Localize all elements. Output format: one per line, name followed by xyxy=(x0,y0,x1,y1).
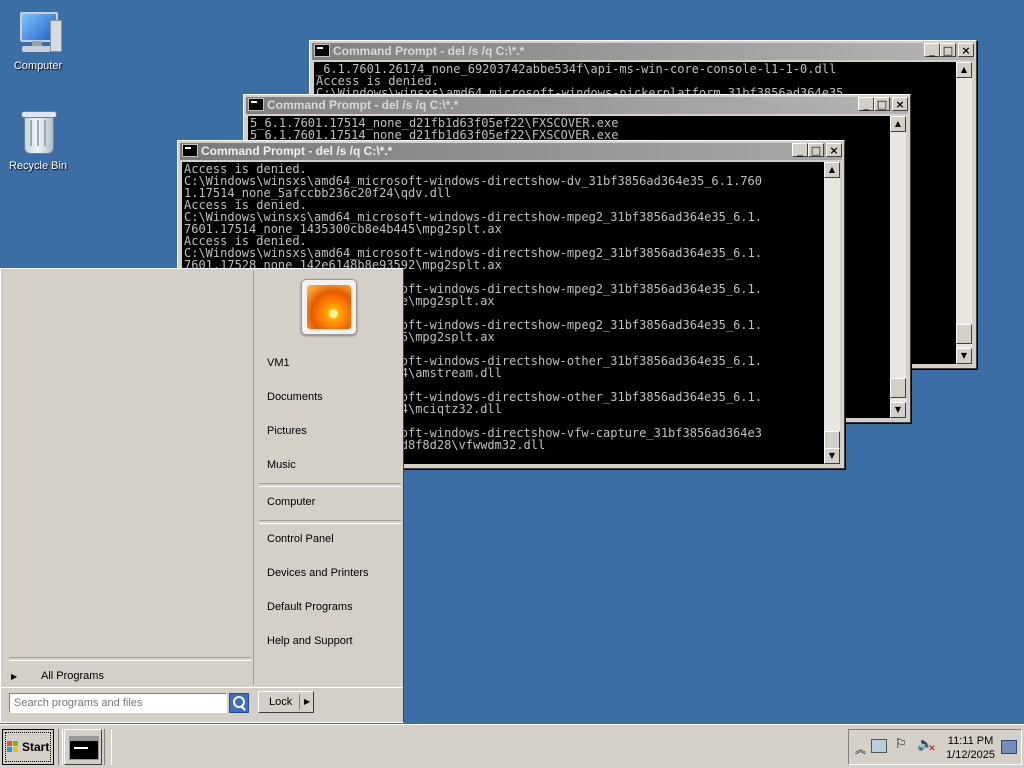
lock-label: Lock xyxy=(269,696,293,708)
clock-date: 1/12/2025 xyxy=(946,749,995,761)
computer-icon xyxy=(14,10,62,56)
scroll-down-arrow-icon[interactable]: ▼ xyxy=(956,348,972,364)
all-programs-button[interactable]: ▶ All Programs xyxy=(11,667,231,685)
maximize-button[interactable]: □ xyxy=(940,43,956,57)
taskbar-divider xyxy=(104,729,112,765)
start-menu: ▶ All Programs VM1 Documents Pictures Mus… xyxy=(0,268,404,723)
cmd-icon xyxy=(69,736,99,760)
triangle-right-icon[interactable]: ▶ xyxy=(304,692,310,712)
close-button[interactable]: × xyxy=(826,143,842,157)
scroll-up-arrow-icon[interactable]: ▲ xyxy=(956,62,972,78)
cmd-icon xyxy=(182,144,198,157)
start-item-default-programs[interactable]: Default Programs xyxy=(267,599,397,615)
divider xyxy=(259,483,401,487)
start-menu-programs-pane: ▶ All Programs xyxy=(3,271,254,685)
scroll-thumb[interactable] xyxy=(956,324,972,344)
divider xyxy=(259,520,401,524)
show-hidden-icons-chevron-icon[interactable]: ︽ xyxy=(855,741,866,757)
vertical-scrollbar[interactable]: ▲ ▼ xyxy=(956,62,972,364)
all-programs-label: All Programs xyxy=(41,670,104,682)
user-picture[interactable] xyxy=(301,279,357,335)
start-item-help-support[interactable]: Help and Support xyxy=(267,633,397,649)
start-label: Start xyxy=(22,740,50,754)
start-item-control-panel[interactable]: Control Panel xyxy=(267,531,397,547)
start-item-music[interactable]: Music xyxy=(267,457,397,473)
start-item-computer[interactable]: Computer xyxy=(267,494,397,510)
window-title: Command Prompt - del /s /q C:\*.* xyxy=(201,144,393,158)
scroll-down-arrow-icon[interactable]: ▼ xyxy=(824,448,840,464)
show-desktop-icon[interactable] xyxy=(1001,740,1017,754)
maximize-button[interactable]: □ xyxy=(874,97,890,111)
search-button[interactable] xyxy=(229,693,249,713)
desktop-icon-recycle-bin[interactable]: Recycle Bin xyxy=(0,110,76,172)
window-title: Command Prompt - del /s /q C:\*.* xyxy=(267,98,459,112)
windows-logo-icon xyxy=(7,741,19,753)
window-titlebar[interactable]: Command Prompt - del /s /q C:\*.* xyxy=(180,143,842,160)
desktop-icon-label: Computer xyxy=(13,60,63,72)
vertical-scrollbar[interactable]: ▲ ▼ xyxy=(890,116,906,418)
volume-muted-icon[interactable]: 🔈✕ xyxy=(917,737,941,754)
minimize-button[interactable]: _ xyxy=(792,143,808,157)
lock-button[interactable]: Lock ▶ xyxy=(258,691,314,713)
window-titlebar[interactable]: Command Prompt - del /s /q C:\*.* xyxy=(246,97,908,114)
minimize-button[interactable]: _ xyxy=(924,43,940,57)
clock-time: 11:11 PM xyxy=(947,735,994,747)
search-input[interactable] xyxy=(9,693,227,713)
system-clock[interactable]: 11:11 PM 1/12/2025 xyxy=(946,734,995,762)
network-icon[interactable] xyxy=(871,739,887,753)
start-item-user[interactable]: VM1 xyxy=(267,355,397,371)
taskbar-divider xyxy=(58,729,63,765)
cmd-icon xyxy=(314,44,330,57)
scroll-down-arrow-icon[interactable]: ▼ xyxy=(890,402,906,418)
start-menu-places-pane: VM1 Documents Pictures Music Computer Co… xyxy=(255,271,403,685)
vertical-scrollbar[interactable]: ▲ ▼ xyxy=(824,162,840,464)
action-center-flag-icon[interactable]: ⚐ xyxy=(895,737,907,752)
scroll-thumb[interactable] xyxy=(890,378,906,398)
close-button[interactable]: × xyxy=(892,97,908,111)
scroll-up-arrow-icon[interactable]: ▲ xyxy=(890,116,906,132)
taskbar: Start ︽ ⚐ 🔈✕ 11:11 PM 1/12/2025 xyxy=(0,724,1024,768)
minimize-button[interactable]: _ xyxy=(858,97,874,111)
start-item-devices-printers[interactable]: Devices and Printers xyxy=(267,565,397,581)
desktop-icon-computer[interactable]: Computer xyxy=(0,10,76,72)
desktop-icon-label: Recycle Bin xyxy=(8,160,68,172)
window-title: Command Prompt - del /s /q C:\*.* xyxy=(333,44,525,58)
triangle-right-icon: ▶ xyxy=(11,672,18,681)
maximize-button[interactable]: □ xyxy=(808,143,824,157)
flower-icon xyxy=(307,285,351,329)
start-item-pictures[interactable]: Pictures xyxy=(267,423,397,439)
divider xyxy=(9,657,251,661)
cmd-icon xyxy=(248,98,264,111)
start-menu-bottom-bar: Lock ▶ xyxy=(1,687,403,723)
recycle-bin-icon xyxy=(14,110,62,156)
start-button[interactable]: Start xyxy=(2,729,54,765)
scroll-up-arrow-icon[interactable]: ▲ xyxy=(824,162,840,178)
window-titlebar[interactable]: Command Prompt - del /s /q C:\*.* xyxy=(312,43,974,60)
start-item-documents[interactable]: Documents xyxy=(267,389,397,405)
taskbar-button-cmd[interactable] xyxy=(64,729,102,765)
notification-area: ︽ ⚐ 🔈✕ 11:11 PM 1/12/2025 xyxy=(848,729,1022,765)
close-button[interactable]: × xyxy=(958,43,974,57)
